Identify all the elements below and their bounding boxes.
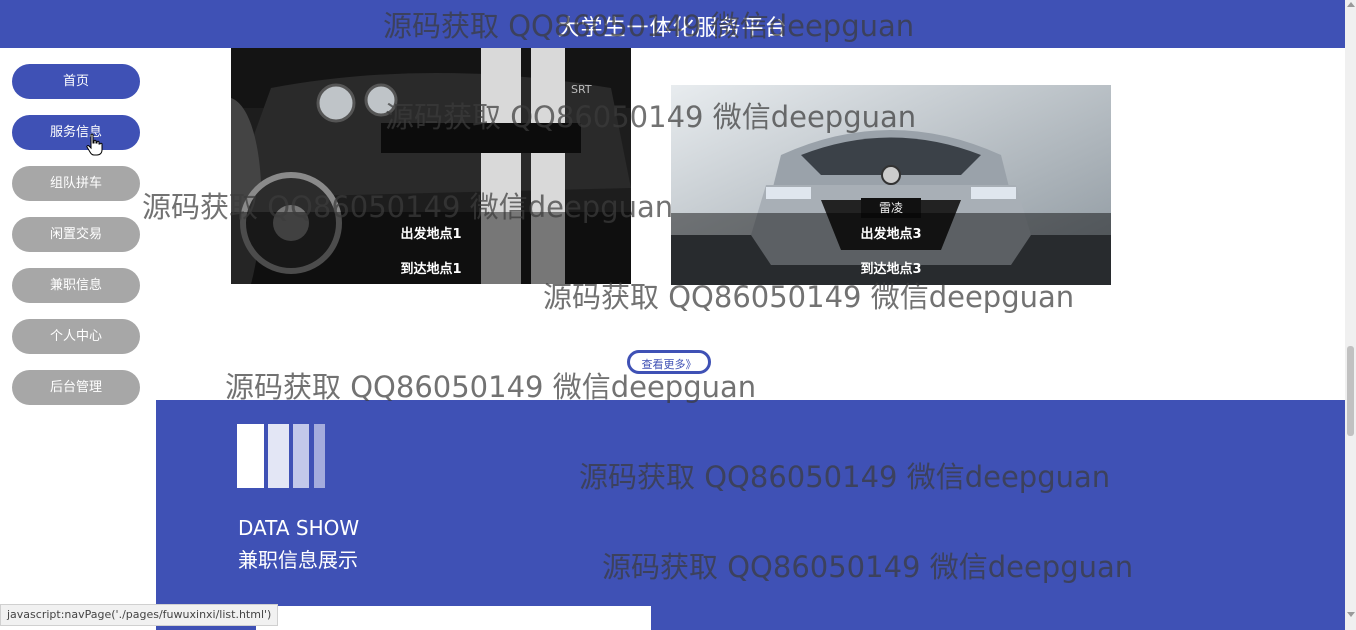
logo-bar [237,424,264,488]
scroll-down-arrow-icon[interactable] [1347,612,1355,617]
data-show-section: DATA SHOW 兼职信息展示 [156,400,1345,630]
content-panel [256,606,651,630]
carpool-card-1[interactable]: SRT 出发地点1 到达地点1 [231,48,631,284]
data-show-subtitle: 兼职信息展示 [238,548,358,572]
sidebar-item-secondhand[interactable]: 闲置交易 [12,217,140,252]
sidebar-item-admin[interactable]: 后台管理 [12,370,140,405]
card-from-label: 出发地点3 [860,227,922,242]
browser-status-bar: javascript:navPage('./pages/fuwuxinxi/li… [0,604,279,626]
top-header: 大学生一体化服务平台 [0,0,1345,48]
card-from-label: 出发地点1 [400,227,462,242]
logo-bar [293,424,309,488]
sidebar-item-personal-center[interactable]: 个人中心 [12,319,140,354]
sidebar-nav: 首页 服务信息 组队拼车 闲置交易 兼职信息 个人中心 后台管理 [12,64,140,421]
sidebar-item-home[interactable]: 首页 [12,64,140,99]
logo-bar [314,424,325,488]
view-more-button[interactable]: 查看更多》 [627,350,711,374]
card-to-label: 到达地点1 [400,262,462,277]
vertical-scrollbar[interactable] [1345,0,1356,630]
scroll-up-arrow-icon[interactable] [1347,2,1355,7]
data-show-title: DATA SHOW [238,516,360,540]
logo-bar [268,424,289,488]
sidebar-item-part-time[interactable]: 兼职信息 [12,268,140,303]
carpool-card-3[interactable]: 雷凌 出发地点3 到达地点3 [671,85,1111,285]
sidebar-item-service-info[interactable]: 服务信息 [12,115,140,150]
hand-cursor-icon [86,133,103,156]
sidebar-item-carpool[interactable]: 组队拼车 [12,166,140,201]
scroll-thumb[interactable] [1347,346,1354,436]
card-to-label: 到达地点3 [860,262,922,277]
site-title: 大学生一体化服务平台 [557,16,788,41]
car-badge: SRT [571,83,592,96]
